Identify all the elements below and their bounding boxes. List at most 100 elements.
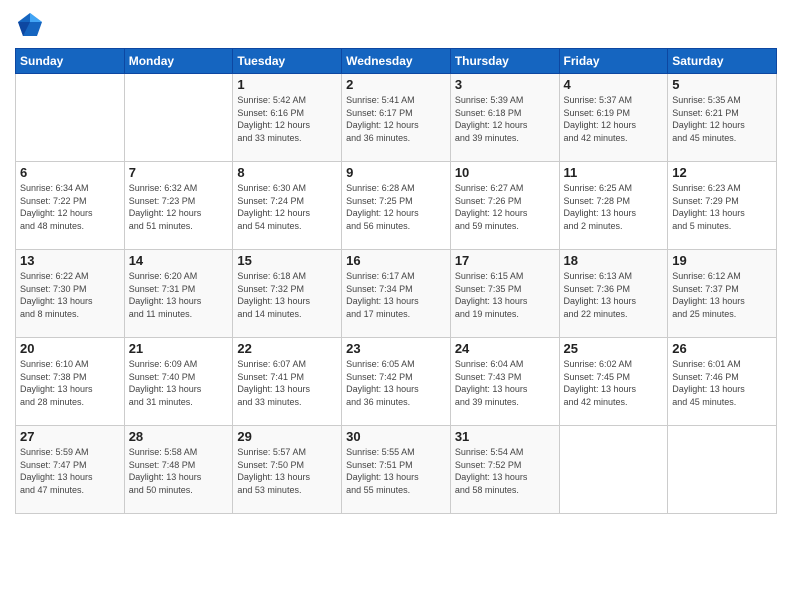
weekday-header: Wednesday bbox=[342, 49, 451, 74]
calendar-cell: 18 Sunrise: 6:13 AM Sunset: 7:36 PM Dayli… bbox=[559, 250, 668, 338]
calendar-cell: 29 Sunrise: 5:57 AM Sunset: 7:50 PM Dayli… bbox=[233, 426, 342, 514]
calendar-cell: 5 Sunrise: 5:35 AM Sunset: 6:21 PM Daylig… bbox=[668, 74, 777, 162]
calendar-cell: 9 Sunrise: 6:28 AM Sunset: 7:25 PM Daylig… bbox=[342, 162, 451, 250]
calendar-week-row: 6 Sunrise: 6:34 AM Sunset: 7:22 PM Daylig… bbox=[16, 162, 777, 250]
day-info: Sunrise: 6:28 AM Sunset: 7:25 PM Dayligh… bbox=[346, 182, 446, 232]
day-number: 4 bbox=[564, 77, 664, 92]
calendar-week-row: 20Sunrise: 6:10 AM Sunset: 7:38 PM Dayli… bbox=[16, 338, 777, 426]
calendar-cell: 20Sunrise: 6:10 AM Sunset: 7:38 PM Dayli… bbox=[16, 338, 125, 426]
calendar-cell: 30 Sunrise: 5:55 AM Sunset: 7:51 PM Dayli… bbox=[342, 426, 451, 514]
calendar-cell: 17 Sunrise: 6:15 AM Sunset: 7:35 PM Dayli… bbox=[450, 250, 559, 338]
day-info: Sunrise: 5:37 AM Sunset: 6:19 PM Dayligh… bbox=[564, 94, 664, 144]
day-info: Sunrise: 6:09 AM Sunset: 7:40 PM Dayligh… bbox=[129, 358, 229, 408]
day-number: 7 bbox=[129, 165, 229, 180]
day-number: 12 bbox=[672, 165, 772, 180]
day-number: 24 bbox=[455, 341, 555, 356]
day-number: 30 bbox=[346, 429, 446, 444]
calendar-cell: 2 Sunrise: 5:41 AM Sunset: 6:17 PM Daylig… bbox=[342, 74, 451, 162]
day-number: 28 bbox=[129, 429, 229, 444]
weekday-header: Sunday bbox=[16, 49, 125, 74]
calendar-week-row: 13Sunrise: 6:22 AM Sunset: 7:30 PM Dayli… bbox=[16, 250, 777, 338]
day-info: Sunrise: 5:55 AM Sunset: 7:51 PM Dayligh… bbox=[346, 446, 446, 496]
calendar-cell: 3 Sunrise: 5:39 AM Sunset: 6:18 PM Daylig… bbox=[450, 74, 559, 162]
day-info: Sunrise: 5:41 AM Sunset: 6:17 PM Dayligh… bbox=[346, 94, 446, 144]
calendar-body: 1Sunrise: 5:42 AM Sunset: 6:16 PM Daylig… bbox=[16, 74, 777, 514]
day-number: 22 bbox=[237, 341, 337, 356]
day-info: Sunrise: 5:35 AM Sunset: 6:21 PM Dayligh… bbox=[672, 94, 772, 144]
page: SundayMondayTuesdayWednesdayThursdayFrid… bbox=[0, 0, 792, 524]
day-number: 21 bbox=[129, 341, 229, 356]
calendar-cell: 6 Sunrise: 6:34 AM Sunset: 7:22 PM Daylig… bbox=[16, 162, 125, 250]
day-number: 31 bbox=[455, 429, 555, 444]
day-info: Sunrise: 6:20 AM Sunset: 7:31 PM Dayligh… bbox=[129, 270, 229, 320]
calendar-cell: 25 Sunrise: 6:02 AM Sunset: 7:45 PM Dayli… bbox=[559, 338, 668, 426]
calendar-cell bbox=[124, 74, 233, 162]
calendar-cell: 10 Sunrise: 6:27 AM Sunset: 7:26 PM Dayli… bbox=[450, 162, 559, 250]
day-info: Sunrise: 6:17 AM Sunset: 7:34 PM Dayligh… bbox=[346, 270, 446, 320]
day-number: 26 bbox=[672, 341, 772, 356]
header bbox=[15, 10, 777, 40]
day-info: Sunrise: 6:23 AM Sunset: 7:29 PM Dayligh… bbox=[672, 182, 772, 232]
calendar-week-row: 1Sunrise: 5:42 AM Sunset: 6:16 PM Daylig… bbox=[16, 74, 777, 162]
calendar-cell bbox=[16, 74, 125, 162]
calendar-week-row: 27 Sunrise: 5:59 AM Sunset: 7:47 PM Dayli… bbox=[16, 426, 777, 514]
day-number: 11 bbox=[564, 165, 664, 180]
day-info: Sunrise: 6:15 AM Sunset: 7:35 PM Dayligh… bbox=[455, 270, 555, 320]
day-number: 29 bbox=[237, 429, 337, 444]
day-number: 18 bbox=[564, 253, 664, 268]
calendar-cell: 23Sunrise: 6:05 AM Sunset: 7:42 PM Dayli… bbox=[342, 338, 451, 426]
day-number: 5 bbox=[672, 77, 772, 92]
day-info: Sunrise: 6:34 AM Sunset: 7:22 PM Dayligh… bbox=[20, 182, 120, 232]
weekday-header: Tuesday bbox=[233, 49, 342, 74]
day-number: 25 bbox=[564, 341, 664, 356]
day-info: Sunrise: 5:39 AM Sunset: 6:18 PM Dayligh… bbox=[455, 94, 555, 144]
calendar: SundayMondayTuesdayWednesdayThursdayFrid… bbox=[15, 48, 777, 514]
day-number: 19 bbox=[672, 253, 772, 268]
calendar-cell: 24Sunrise: 6:04 AM Sunset: 7:43 PM Dayli… bbox=[450, 338, 559, 426]
day-number: 10 bbox=[455, 165, 555, 180]
calendar-cell: 1Sunrise: 5:42 AM Sunset: 6:16 PM Daylig… bbox=[233, 74, 342, 162]
calendar-header-row: SundayMondayTuesdayWednesdayThursdayFrid… bbox=[16, 49, 777, 74]
day-info: Sunrise: 6:30 AM Sunset: 7:24 PM Dayligh… bbox=[237, 182, 337, 232]
calendar-cell bbox=[668, 426, 777, 514]
day-number: 27 bbox=[20, 429, 120, 444]
day-number: 8 bbox=[237, 165, 337, 180]
day-info: Sunrise: 5:58 AM Sunset: 7:48 PM Dayligh… bbox=[129, 446, 229, 496]
calendar-cell: 15 Sunrise: 6:18 AM Sunset: 7:32 PM Dayli… bbox=[233, 250, 342, 338]
day-info: Sunrise: 5:57 AM Sunset: 7:50 PM Dayligh… bbox=[237, 446, 337, 496]
calendar-cell: 22 Sunrise: 6:07 AM Sunset: 7:41 PM Dayli… bbox=[233, 338, 342, 426]
day-info: Sunrise: 6:32 AM Sunset: 7:23 PM Dayligh… bbox=[129, 182, 229, 232]
calendar-cell: 27 Sunrise: 5:59 AM Sunset: 7:47 PM Dayli… bbox=[16, 426, 125, 514]
weekday-header: Friday bbox=[559, 49, 668, 74]
day-number: 14 bbox=[129, 253, 229, 268]
day-number: 16 bbox=[346, 253, 446, 268]
day-info: Sunrise: 6:25 AM Sunset: 7:28 PM Dayligh… bbox=[564, 182, 664, 232]
day-number: 17 bbox=[455, 253, 555, 268]
calendar-cell: 19Sunrise: 6:12 AM Sunset: 7:37 PM Dayli… bbox=[668, 250, 777, 338]
weekday-header: Saturday bbox=[668, 49, 777, 74]
day-number: 9 bbox=[346, 165, 446, 180]
weekday-header: Thursday bbox=[450, 49, 559, 74]
day-number: 2 bbox=[346, 77, 446, 92]
day-info: Sunrise: 5:59 AM Sunset: 7:47 PM Dayligh… bbox=[20, 446, 120, 496]
day-info: Sunrise: 6:18 AM Sunset: 7:32 PM Dayligh… bbox=[237, 270, 337, 320]
calendar-cell: 16 Sunrise: 6:17 AM Sunset: 7:34 PM Dayli… bbox=[342, 250, 451, 338]
calendar-cell: 7 Sunrise: 6:32 AM Sunset: 7:23 PM Daylig… bbox=[124, 162, 233, 250]
day-info: Sunrise: 6:10 AM Sunset: 7:38 PM Dayligh… bbox=[20, 358, 120, 408]
calendar-cell: 13Sunrise: 6:22 AM Sunset: 7:30 PM Dayli… bbox=[16, 250, 125, 338]
calendar-cell: 28 Sunrise: 5:58 AM Sunset: 7:48 PM Dayli… bbox=[124, 426, 233, 514]
day-number: 6 bbox=[20, 165, 120, 180]
day-info: Sunrise: 6:02 AM Sunset: 7:45 PM Dayligh… bbox=[564, 358, 664, 408]
day-info: Sunrise: 5:54 AM Sunset: 7:52 PM Dayligh… bbox=[455, 446, 555, 496]
day-number: 23 bbox=[346, 341, 446, 356]
day-number: 3 bbox=[455, 77, 555, 92]
day-number: 15 bbox=[237, 253, 337, 268]
day-info: Sunrise: 6:13 AM Sunset: 7:36 PM Dayligh… bbox=[564, 270, 664, 320]
calendar-cell: 12 Sunrise: 6:23 AM Sunset: 7:29 PM Dayli… bbox=[668, 162, 777, 250]
calendar-cell: 14 Sunrise: 6:20 AM Sunset: 7:31 PM Dayli… bbox=[124, 250, 233, 338]
logo-icon bbox=[15, 10, 45, 40]
day-info: Sunrise: 5:42 AM Sunset: 6:16 PM Dayligh… bbox=[237, 94, 337, 144]
calendar-cell bbox=[559, 426, 668, 514]
day-info: Sunrise: 6:07 AM Sunset: 7:41 PM Dayligh… bbox=[237, 358, 337, 408]
day-info: Sunrise: 6:27 AM Sunset: 7:26 PM Dayligh… bbox=[455, 182, 555, 232]
